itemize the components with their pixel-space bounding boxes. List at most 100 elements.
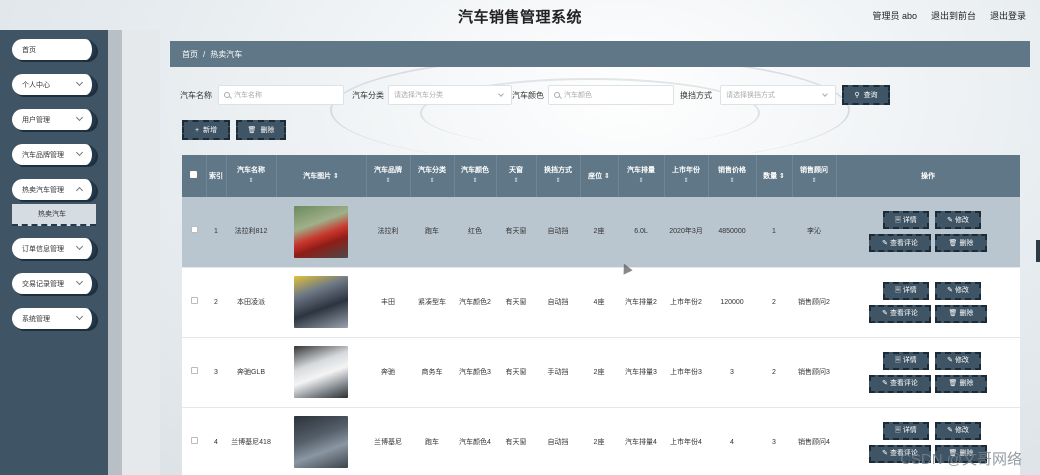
search-icon — [224, 92, 230, 98]
table-row[interactable]: 3 奔驰GLB 奔驰 商务车 汽车颜色3 有天窗 手动挡 2座 汽车排量3 上市年份3 3 2 销售顾问… — [182, 337, 1020, 408]
sort-icon[interactable]: ⇕ — [665, 176, 708, 187]
car-name-input[interactable]: 汽车名称 — [218, 85, 344, 105]
sort-icon[interactable]: ⇕ — [779, 173, 785, 180]
search-button[interactable]: ⚲ 查询 — [842, 85, 890, 105]
row-checkbox[interactable] — [190, 226, 198, 234]
column-header[interactable]: 天窗 ⇕ — [496, 155, 537, 197]
select-all-cell[interactable] — [182, 155, 207, 197]
edit-button-label: 修改 — [954, 427, 969, 434]
column-header[interactable]: 上市年份 ⇕ — [664, 155, 709, 197]
sidebar-item-hot-cars[interactable]: 热卖汽车管理 — [12, 179, 96, 200]
pencil-icon: ✎ — [947, 216, 953, 224]
sidebar-item-profile[interactable]: 个人中心 — [12, 74, 96, 95]
column-header[interactable]: 汽车图片 ⇕ — [276, 155, 367, 197]
column-header[interactable]: 销售价格 ⇕ — [708, 155, 757, 197]
sort-icon[interactable]: ⇕ — [411, 176, 454, 187]
column-header[interactable]: 换挡方式 ⇕ — [536, 155, 581, 197]
row-checkbox[interactable] — [190, 296, 198, 304]
edit-button[interactable]: ✎ 修改 — [935, 421, 981, 440]
logout-link[interactable]: 退出登录 — [990, 9, 1026, 22]
cell-category: 商务车 — [410, 337, 454, 408]
row-select-cell[interactable] — [182, 267, 206, 338]
row-select-cell[interactable] — [182, 407, 206, 475]
edit-button[interactable]: ✎ 修改 — [935, 281, 981, 300]
table-row[interactable]: 4 兰博基尼418 兰博基尼 跑车 汽车颜色4 有天窗 自动挡 2座 汽车排量4 上市年份4 4 3 销… — [182, 407, 1020, 475]
table-row[interactable]: 2 本田凌派 丰田 紧凑型车 汽车颜色2 有天窗 自动挡 4座 汽车排量2 上市年份2 120000… — [182, 267, 1020, 338]
sidebar-item-home[interactable]: 首页 — [12, 39, 96, 60]
sort-icon[interactable]: ⇕ — [709, 176, 756, 187]
review-button[interactable]: ✎ 查看评论 — [869, 374, 931, 393]
detail-button[interactable]: 🗏 详情 — [883, 211, 929, 230]
column-label: 上市年份 — [672, 167, 700, 174]
sort-icon[interactable]: ⇕ — [793, 176, 836, 187]
sort-icon[interactable]: ⇕ — [227, 176, 276, 187]
cell-index: 2 — [206, 267, 226, 338]
sort-icon[interactable]: ⇕ — [497, 176, 536, 187]
row-delete-button-label: 删除 — [959, 310, 974, 317]
cell-seats: 2座 — [580, 407, 618, 475]
column-header[interactable]: 汽车名称 ⇕ — [226, 155, 277, 197]
row-select-cell[interactable] — [182, 337, 206, 408]
column-header[interactable]: 座位 ⇕ — [580, 155, 619, 197]
column-header[interactable]: 汽车分类 ⇕ — [410, 155, 455, 197]
edit-button[interactable]: ✎ 修改 — [935, 211, 981, 230]
sidebar-item-orders[interactable]: 订单信息管理 — [12, 238, 96, 259]
cell-year: 上市年份4 — [664, 407, 708, 475]
row-checkbox[interactable] — [190, 366, 198, 374]
edit-button[interactable]: ✎ 修改 — [935, 351, 981, 370]
chevron-down-icon — [75, 148, 84, 157]
add-button-label: 新增 — [203, 127, 218, 134]
column-header[interactable]: 销售顾问 ⇕ — [792, 155, 837, 197]
detail-button[interactable]: 🗏 详情 — [883, 351, 929, 370]
sort-icon[interactable]: ⇕ — [604, 173, 610, 180]
select-all-checkbox[interactable] — [190, 170, 198, 178]
sidebar-subitem-hot-cars[interactable]: 热卖汽车 — [12, 204, 96, 226]
breadcrumb-home[interactable]: 首页 — [182, 49, 198, 60]
review-button[interactable]: ✎ 查看评论 — [869, 234, 931, 253]
row-delete-button[interactable]: 🗑 删除 — [935, 374, 987, 393]
sidebar-item-brands[interactable]: 汽车品牌管理 — [12, 144, 96, 165]
car-image-cell — [276, 337, 366, 408]
sort-icon[interactable]: ⇕ — [619, 176, 664, 187]
review-button[interactable]: ✎ 查看评论 — [869, 304, 931, 323]
column-header[interactable]: 汽车排量 ⇕ — [618, 155, 665, 197]
cell-seats: 2座 — [580, 197, 618, 268]
side-handle[interactable] — [1036, 240, 1040, 262]
sort-icon[interactable]: ⇕ — [367, 176, 410, 187]
detail-button[interactable]: 🗏 详情 — [883, 281, 929, 300]
table-header-row: 索引 汽车名称 ⇕ 汽车图片 ⇕ 汽车品牌 ⇕ 汽车分类 ⇕ 汽车颜色 ⇕ 天窗 ⇕ 换挡… — [182, 155, 1020, 197]
row-delete-button[interactable]: 🗑 删除 — [935, 234, 987, 253]
sidebar-item-users[interactable]: 用户管理 — [12, 109, 96, 130]
row-delete-button-label: 删除 — [959, 380, 974, 387]
sort-icon[interactable]: ⇕ — [333, 173, 339, 180]
gear-select[interactable]: 请选择换挡方式 — [720, 85, 836, 105]
row-delete-button[interactable]: 🗑 删除 — [935, 304, 987, 323]
top-header: 汽车销售管理系统 管理员 abo 退出到前台 退出登录 — [0, 0, 1040, 30]
column-header[interactable]: 汽车颜色 ⇕ — [454, 155, 497, 197]
row-select-cell[interactable] — [182, 197, 206, 268]
document-icon: 🗏 — [895, 357, 901, 364]
sidebar-item-system[interactable]: 系统管理 — [12, 308, 96, 329]
detail-button[interactable]: 🗏 详情 — [883, 421, 929, 440]
row-checkbox[interactable] — [190, 436, 198, 444]
cell-color: 汽车颜色3 — [454, 337, 496, 408]
table-row[interactable]: 1 法拉利812 法拉利 跑车 红色 有天窗 自动挡 2座 6.0L 2020年3月 4850000… — [182, 197, 1020, 268]
column-header[interactable]: 数量 ⇕ — [756, 155, 793, 197]
cell-displacement: 汽车排量3 — [618, 337, 664, 408]
car-color-input[interactable]: 汽车颜色 — [548, 85, 674, 105]
add-button[interactable]: + 新增 — [182, 120, 230, 140]
pencil-icon: ✎ — [882, 380, 888, 387]
pencil-icon: ✎ — [882, 239, 888, 247]
detail-button-label: 详情 — [902, 216, 917, 224]
sort-icon[interactable]: ⇕ — [455, 176, 496, 187]
cell-name: 法拉利812 — [226, 197, 276, 268]
category-select[interactable]: 请选择汽车分类 — [388, 85, 512, 105]
sidebar-item-label: 汽车品牌管理 — [22, 151, 64, 159]
sort-icon[interactable]: ⇕ — [537, 176, 580, 187]
column-header[interactable]: 汽车品牌 ⇕ — [366, 155, 411, 197]
delete-button[interactable]: 🗑 删除 — [236, 120, 286, 140]
sidebar-item-transactions[interactable]: 交易记录管理 — [12, 273, 96, 294]
back-to-front-link[interactable]: 退出到前台 — [931, 9, 976, 22]
document-icon: 🗏 — [895, 427, 901, 434]
pencil-icon: ✎ — [947, 287, 953, 294]
